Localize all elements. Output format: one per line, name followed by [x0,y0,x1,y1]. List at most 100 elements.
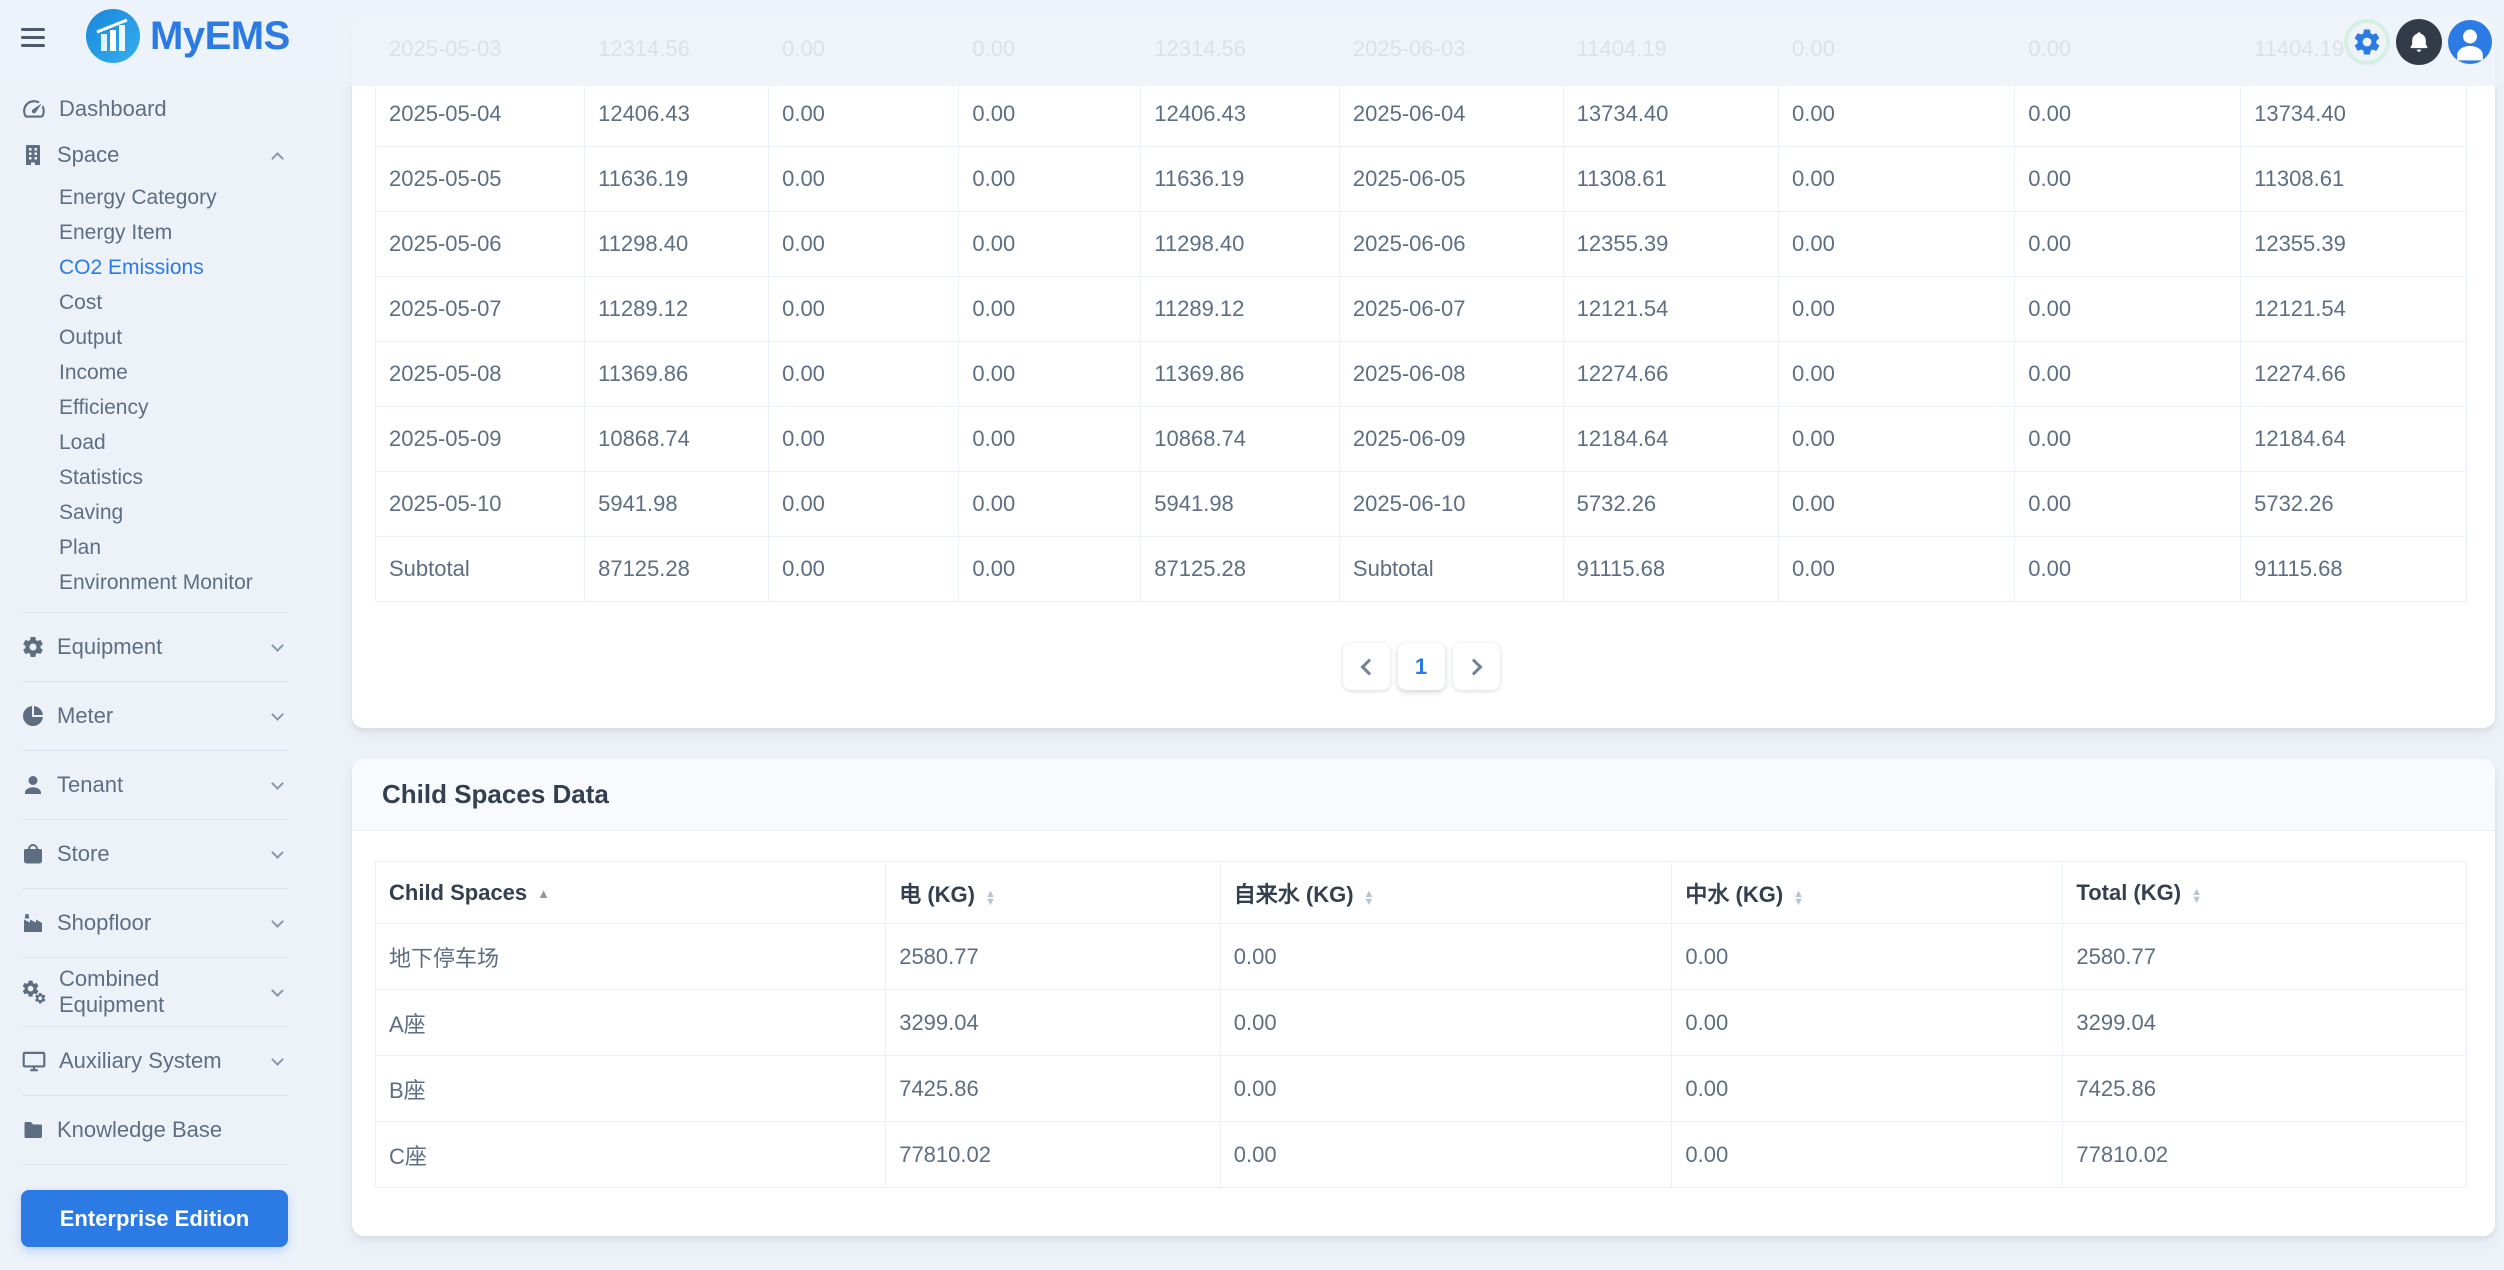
table-cell: 0.00 [959,472,1141,537]
sidebar-item-combined-equipment[interactable]: Combined Equipment [21,969,288,1015]
pagination-prev-button[interactable] [1343,643,1390,690]
sidebar-item-equipment[interactable]: Equipment [21,624,288,670]
child-spaces-card: Child Spaces Data Child Spaces▲电 (KG)▲▼自… [352,759,2495,1236]
child-spaces-card-header: Child Spaces Data [352,759,2495,831]
table-row: 2025-05-0412406.430.000.0012406.432025-0… [376,82,2467,147]
table-cell: 5941.98 [1141,472,1340,537]
detailed-data-card: 2025-05-0312314.560.000.0012314.562025-0… [352,16,2495,728]
table-cell: Subtotal [376,537,585,602]
sidebar-item-meter[interactable]: Meter [21,693,288,739]
child-table-body: 地下停车场2580.770.000.002580.77A座3299.040.00… [376,924,2467,1188]
table-cell: 地下停车场 [376,924,886,990]
table-row: 2025-05-0511636.190.000.0011636.192025-0… [376,147,2467,212]
chevron-down-icon [271,1053,284,1066]
sidebar-item-shopfloor[interactable]: Shopfloor [21,900,288,946]
sort-icon: ▲▼ [1793,890,1804,906]
sidebar-item-store[interactable]: Store [21,831,288,877]
sidebar-subitem-efficiency[interactable]: Efficiency [21,390,288,425]
sidebar-subitem-energy-category[interactable]: Energy Category [21,180,288,215]
table-cell: 0.00 [1779,277,2015,342]
chevron-down-icon [271,846,284,859]
column-header[interactable]: Child Spaces▲ [376,862,886,924]
table-cell: 2025-06-06 [1339,212,1563,277]
sort-icon: ▲▼ [985,890,996,906]
sidebar-divider [21,612,288,613]
sidebar-item-space[interactable]: Space [21,132,288,178]
hamburger-menu-icon[interactable] [21,28,47,52]
table-cell: 13734.40 [1563,82,1778,147]
table-cell: 91115.68 [1563,537,1778,602]
settings-button[interactable] [2344,19,2390,65]
table-cell: 2025-05-08 [376,342,585,407]
table-cell: 11369.86 [585,342,769,407]
chevron-up-icon [271,152,284,165]
table-cell: 0.00 [769,82,959,147]
column-header[interactable]: Total (KG)▲▼ [2063,862,2467,924]
pagination-page-1-button[interactable]: 1 [1398,643,1445,690]
table-cell: 2025-06-10 [1339,472,1563,537]
table-cell: 0.00 [2015,277,2241,342]
sidebar-subitem-environment-monitor[interactable]: Environment Monitor [21,565,288,600]
user-avatar[interactable] [2448,20,2492,64]
sidebar-item-label: Equipment [57,634,162,660]
column-header[interactable]: 电 (KG)▲▼ [886,862,1221,924]
table-cell: 0.00 [1779,407,2015,472]
table-row: A座3299.040.000.003299.04 [376,990,2467,1056]
column-header[interactable]: 中水 (KG) ▲▼ [1672,862,2063,924]
sidebar-subitem-income[interactable]: Income [21,355,288,390]
table-cell: 12121.54 [1563,277,1778,342]
sidebar-item-knowledge-base[interactable]: Knowledge Base [21,1107,288,1153]
table-cell: 0.00 [2015,537,2241,602]
gear-icon [21,635,45,659]
sidebar-subitem-cost[interactable]: Cost [21,285,288,320]
sidebar-subitem-energy-item[interactable]: Energy Item [21,215,288,250]
table-cell: 0.00 [2015,212,2241,277]
notifications-button[interactable] [2396,19,2442,65]
table-cell: 87125.28 [585,537,769,602]
sidebar-subitem-saving[interactable]: Saving [21,495,288,530]
sidebar-item-label: Knowledge Base [57,1117,222,1143]
table-cell: 0.00 [769,407,959,472]
shopping-bag-icon [21,842,45,866]
child-spaces-card-body: Child Spaces▲电 (KG)▲▼自来水 (KG)▲▼ 中水 (KG) ▲▼… [352,831,2495,1236]
table-row: 2025-05-0611298.400.000.0011298.402025-0… [376,212,2467,277]
sidebar-subitem-statistics[interactable]: Statistics [21,460,288,495]
table-cell: 87125.28 [1141,537,1340,602]
chevron-down-icon [271,984,284,997]
sidebar-divider [21,1095,288,1096]
sidebar-item-dashboard[interactable]: Dashboard [21,86,288,132]
sidebar-subitem-co2-emissions[interactable]: CO2 Emissions [21,250,288,285]
double-gear-icon [21,979,47,1005]
table-cell: C座 [376,1122,886,1188]
pagination-next-button[interactable] [1453,643,1500,690]
table-cell: 5732.26 [2241,472,2467,537]
myems-logo-icon [86,9,140,63]
table-cell: 0.00 [1779,472,2015,537]
table-cell: 2025-05-10 [376,472,585,537]
sidebar-item-tenant[interactable]: Tenant [21,762,288,808]
table-cell: 2025-06-05 [1339,147,1563,212]
table-row: Subtotal87125.280.000.0087125.28Subtotal… [376,537,2467,602]
table-cell: 5941.98 [585,472,769,537]
sidebar-subitem-output[interactable]: Output [21,320,288,355]
sidebar-subitem-load[interactable]: Load [21,425,288,460]
table-cell: 0.00 [1779,537,2015,602]
table-cell: 0.00 [2015,82,2241,147]
table-row: 地下停车场2580.770.000.002580.77 [376,924,2467,990]
table-cell: 0.00 [1672,1056,2063,1122]
column-header[interactable]: 自来水 (KG)▲▼ [1220,862,1672,924]
chevron-down-icon [271,915,284,928]
column-header-label: 中水 (KG) [1685,882,1783,907]
sidebar-subitem-plan[interactable]: Plan [21,530,288,565]
table-cell: 0.00 [1779,82,2015,147]
table-cell: 0.00 [1672,924,2063,990]
topbar: MyEMS [0,0,2504,86]
table-cell: 0.00 [769,537,959,602]
sidebar-divider [21,750,288,751]
brand-logo[interactable]: MyEMS [86,9,290,63]
sidebar-divider [21,1026,288,1027]
enterprise-edition-button[interactable]: Enterprise Edition [21,1190,288,1247]
table-cell: 0.00 [1779,147,2015,212]
sidebar-item-auxiliary-system[interactable]: Auxiliary System [21,1038,288,1084]
table-cell: 12184.64 [2241,407,2467,472]
